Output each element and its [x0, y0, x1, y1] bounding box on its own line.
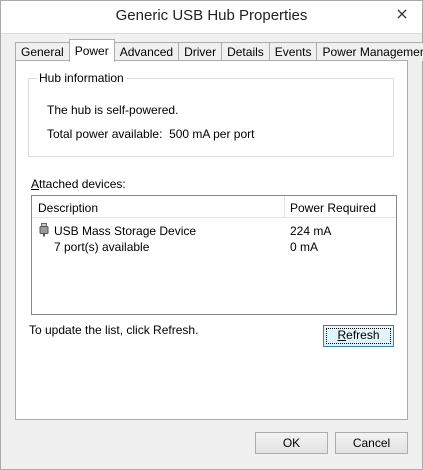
column-divider[interactable]: [284, 196, 285, 217]
ports-available-description: 7 port(s) available: [54, 240, 150, 254]
attached-devices-label: Attached devices:: [31, 177, 126, 191]
device-description: USB Mass Storage Device: [54, 224, 197, 238]
tab-events[interactable]: Events: [268, 42, 317, 61]
title-bar: Generic USB Hub Properties: [1, 1, 422, 34]
close-button[interactable]: [388, 3, 416, 25]
cancel-button[interactable]: Cancel: [335, 432, 408, 454]
self-powered-text: The hub is self-powered.: [47, 103, 179, 117]
column-header-power-required[interactable]: Power Required: [290, 201, 376, 215]
tab-general[interactable]: General: [15, 42, 69, 61]
total-power-label: Total power available:: [47, 127, 163, 141]
tab-advanced[interactable]: Advanced: [114, 42, 179, 61]
device-power: 224 mA: [290, 224, 332, 238]
column-header-description[interactable]: Description: [38, 201, 98, 215]
total-power-value: 500 mA per port: [169, 127, 255, 141]
hub-information-label: Hub information: [37, 71, 126, 85]
close-icon: [397, 9, 407, 19]
list-header: Description Power Required: [32, 196, 396, 218]
access-key-letter: R: [337, 328, 347, 342]
power-tab-panel: Hub information The hub is self-powered.…: [15, 60, 408, 420]
total-power-line: Total power available: 500 mA per port: [47, 127, 254, 141]
attached-devices-list[interactable]: Description Power Required USB Mass Stor…: [31, 195, 397, 315]
tab-details[interactable]: Details: [221, 42, 269, 61]
ports-available-power: 0 mA: [290, 240, 319, 254]
ok-button[interactable]: OK: [255, 432, 328, 454]
tab-driver[interactable]: Driver: [178, 42, 222, 61]
tab-power-management[interactable]: Power Management: [316, 42, 423, 61]
refresh-button[interactable]: Refresh: [323, 325, 394, 347]
refresh-instruction: To update the list, click Refresh.: [29, 323, 199, 337]
tab-power[interactable]: Power: [68, 39, 115, 62]
hub-information-group: Hub information The hub is self-powered.…: [28, 71, 394, 157]
access-key-letter: A: [31, 177, 40, 191]
usb-plug-icon: [39, 223, 49, 237]
list-item[interactable]: USB Mass Storage Device 224 mA: [32, 222, 396, 239]
tab-strip: General Power Advanced Driver Details Ev…: [15, 39, 423, 62]
refresh-button-label: Refresh: [337, 328, 380, 342]
list-item[interactable]: 7 port(s) available 0 mA: [32, 239, 396, 256]
window-title: Generic USB Hub Properties: [115, 7, 308, 24]
properties-dialog: Generic USB Hub Properties General Power…: [0, 0, 423, 470]
